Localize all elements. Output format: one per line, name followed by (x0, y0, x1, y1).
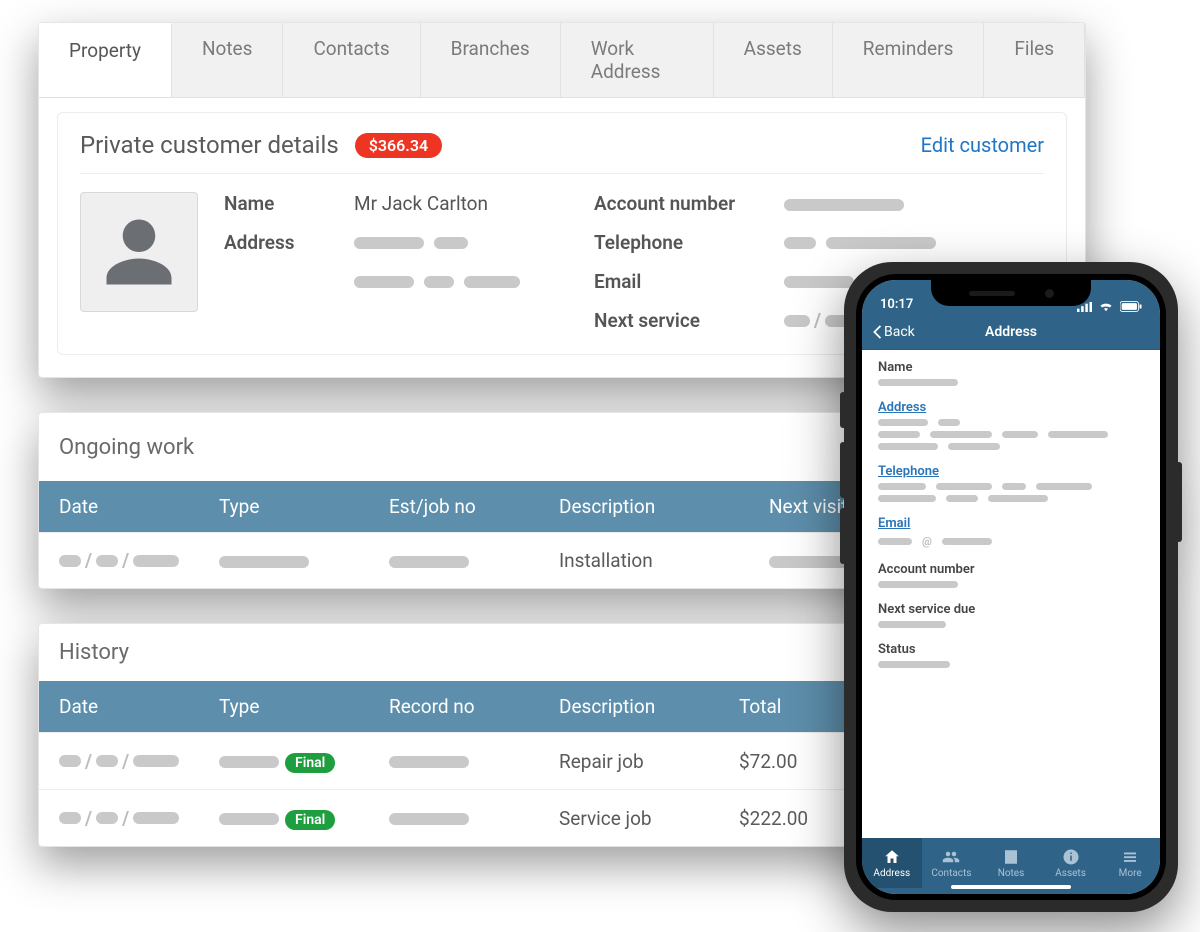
tab-branches[interactable]: Branches (421, 23, 561, 97)
cell-date: // (59, 807, 209, 830)
col-record-no: Record no (389, 695, 549, 718)
ptab-notes[interactable]: Notes (981, 838, 1041, 888)
value-address-2 (354, 276, 584, 288)
ptab-assets[interactable]: Assets (1041, 838, 1101, 888)
cell-description: Service job (559, 807, 729, 830)
cell-date: // (59, 750, 209, 773)
balance-badge: $366.34 (355, 133, 442, 158)
pf-label-next-service: Next service due (878, 602, 1144, 617)
col-description: Description (559, 695, 729, 718)
chevron-left-icon (872, 325, 882, 339)
tab-assets[interactable]: Assets (714, 23, 833, 97)
cell-type: Final (219, 749, 379, 773)
label-name: Name (224, 192, 344, 215)
ptab-address[interactable]: Address (862, 838, 922, 888)
cell-record-no (389, 807, 549, 830)
user-icon (100, 213, 178, 291)
final-chip: Final (285, 753, 335, 773)
pf-label-name: Name (878, 360, 1144, 375)
label-address: Address (224, 231, 344, 254)
pf-label-status: Status (878, 642, 1144, 657)
home-icon (883, 848, 901, 866)
tab-contacts[interactable]: Contacts (283, 23, 420, 97)
cell-type (219, 549, 379, 572)
tab-notes[interactable]: Notes (172, 23, 284, 97)
col-type: Type (219, 495, 379, 518)
tab-property[interactable]: Property (39, 23, 172, 97)
menu-icon (1121, 848, 1139, 866)
phone-notch (931, 280, 1091, 306)
col-est-job-no: Est/job no (389, 495, 549, 518)
notes-icon (1002, 848, 1020, 866)
col-type: Type (219, 695, 379, 718)
phone-content: Name Address Telephone Email @ (862, 350, 1160, 838)
ptab-contacts[interactable]: Contacts (922, 838, 982, 888)
pf-label-telephone[interactable]: Telephone (878, 464, 1144, 479)
pf-label-account: Account number (878, 562, 1144, 577)
cell-type: Final (219, 806, 379, 830)
edit-customer-link[interactable]: Edit customer (921, 133, 1044, 157)
col-date: Date (59, 695, 209, 718)
cell-estjob (389, 549, 549, 572)
value-name: Mr Jack Carlton (354, 192, 584, 215)
tab-reminders[interactable]: Reminders (833, 23, 985, 97)
label-telephone: Telephone (594, 231, 774, 254)
cell-record-no (389, 750, 549, 773)
history-title: History (59, 640, 129, 665)
phone-navbar: Back Address (862, 314, 1160, 350)
mobile-preview: 10:17 Back Address Name (844, 262, 1178, 912)
pf-label-email[interactable]: Email (878, 516, 1144, 531)
final-chip: Final (285, 810, 335, 830)
col-date: Date (59, 495, 209, 518)
value-account (784, 192, 1044, 215)
cell-description: Installation (559, 549, 759, 572)
value-address (354, 237, 584, 249)
label-account: Account number (594, 192, 774, 215)
cell-date: // (59, 549, 209, 572)
value-telephone (784, 237, 1044, 249)
info-icon (1062, 848, 1080, 866)
col-description: Description (559, 495, 759, 518)
label-next-service: Next service (594, 309, 774, 332)
label-email: Email (594, 270, 774, 293)
pf-label-address[interactable]: Address (878, 400, 1144, 415)
tab-strip: Property Notes Contacts Branches Work Ad… (39, 23, 1085, 98)
back-button[interactable]: Back (872, 324, 915, 340)
contacts-icon (942, 848, 960, 866)
battery-icon (1120, 301, 1142, 312)
status-time: 10:17 (880, 297, 913, 312)
ptab-more[interactable]: More (1100, 838, 1160, 888)
avatar (80, 192, 198, 312)
home-indicator (951, 885, 1071, 889)
tab-files[interactable]: Files (984, 23, 1085, 97)
tab-work-address[interactable]: Work Address (561, 23, 714, 97)
details-title: Private customer details (80, 131, 339, 159)
wifi-icon (1098, 301, 1114, 312)
ongoing-title: Ongoing work (59, 435, 194, 460)
cell-description: Repair job (559, 750, 729, 773)
